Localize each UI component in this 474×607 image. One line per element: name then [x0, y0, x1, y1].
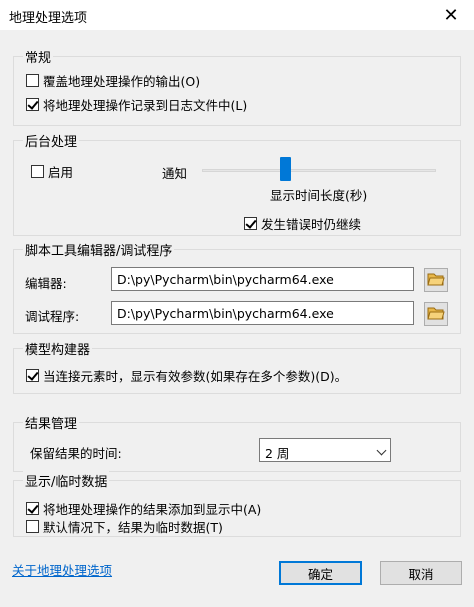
debugger-label: 调试程序:: [25, 309, 80, 324]
browse-editor-button[interactable]: [424, 268, 448, 292]
overwrite-outputs-checkbox[interactable]: 覆盖地理处理操作的输出(O): [26, 71, 200, 90]
folder-icon: [427, 305, 445, 324]
continue-on-error-label: 发生错误时仍继续: [261, 217, 362, 232]
checkbox-box: [244, 217, 257, 230]
keep-results-select[interactable]: 2 周: [259, 438, 391, 462]
overwrite-outputs-label: 覆盖地理处理操作的输出(O): [43, 74, 201, 89]
add-to-display-label: 将地理处理操作的结果添加到显示中(A): [43, 502, 262, 517]
continue-on-error-checkbox[interactable]: 发生错误时仍继续: [244, 214, 361, 233]
show-valid-params-label: 当连接元素时，显示有效参数(如果存在多个参数)(D)。: [43, 369, 348, 384]
checkbox-box: [26, 502, 39, 515]
ok-button[interactable]: 确定: [279, 561, 362, 585]
browse-debugger-button[interactable]: [424, 302, 448, 326]
duration-label: 显示时间长度(秒): [270, 188, 368, 203]
keep-results-value: 2 周: [265, 446, 290, 461]
add-to-display-checkbox[interactable]: 将地理处理操作的结果添加到显示中(A): [26, 499, 261, 518]
about-link[interactable]: 关于地理处理选项: [12, 560, 112, 579]
background-group-title: 后台处理: [23, 131, 80, 150]
notify-slider-thumb[interactable]: [280, 157, 291, 181]
display-group-title: 显示/临时数据: [23, 471, 110, 490]
cancel-button[interactable]: 取消: [380, 561, 462, 585]
folder-icon: [427, 271, 445, 290]
checkbox-box: [26, 520, 39, 533]
model-builder-group-title: 模型构建器: [23, 339, 93, 358]
background-group: 后台处理: [13, 131, 461, 236]
editor-path-input[interactable]: D:\py\Pycharm\bin\pycharm64.exe: [111, 267, 414, 291]
show-valid-params-checkbox[interactable]: 当连接元素时，显示有效参数(如果存在多个参数)(D)。: [26, 366, 347, 385]
close-button[interactable]: ✕: [428, 0, 474, 30]
enable-background-label: 启用: [48, 165, 74, 180]
script-editor-group-title: 脚本工具编辑器/调试程序: [23, 240, 175, 259]
notify-label: 通知: [162, 166, 188, 181]
close-icon: ✕: [443, 4, 459, 26]
enable-background-checkbox[interactable]: 启用: [31, 162, 73, 181]
keep-results-label: 保留结果的时间:: [30, 446, 122, 461]
checkbox-box: [26, 369, 39, 382]
notify-slider-track[interactable]: [202, 169, 436, 172]
chevron-down-icon: [376, 445, 387, 456]
checkbox-box: [26, 98, 39, 111]
results-group-title: 结果管理: [23, 413, 80, 432]
title-bar: 地理处理选项 ✕: [0, 0, 474, 30]
ok-button-label: 确定: [307, 566, 333, 582]
temp-default-label: 默认情况下，结果为临时数据(T): [43, 520, 223, 535]
log-to-history-checkbox[interactable]: 将地理处理操作记录到日志文件中(L): [26, 95, 247, 114]
log-to-history-label: 将地理处理操作记录到日志文件中(L): [43, 98, 248, 113]
cancel-button-label: 取消: [408, 566, 434, 582]
window-title: 地理处理选项: [9, 11, 88, 26]
general-group-title: 常规: [23, 47, 54, 66]
debugger-path-input[interactable]: D:\py\Pycharm\bin\pycharm64.exe: [111, 301, 414, 325]
editor-label: 编辑器:: [25, 276, 67, 291]
checkbox-box: [31, 165, 44, 178]
temp-default-checkbox[interactable]: 默认情况下，结果为临时数据(T): [26, 517, 223, 536]
general-group: 常规: [13, 47, 461, 126]
checkbox-box: [26, 74, 39, 87]
